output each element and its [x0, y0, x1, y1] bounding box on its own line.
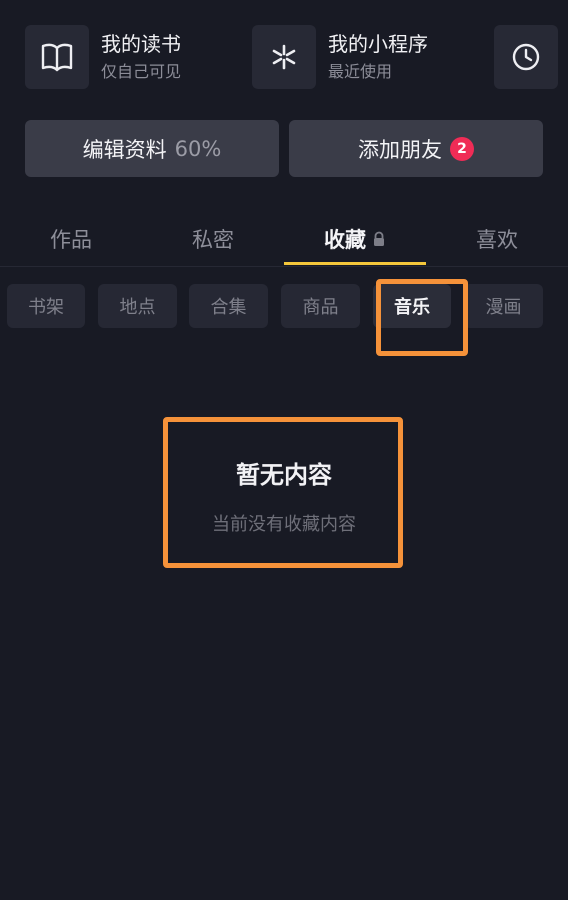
- chip-collections[interactable]: 合集: [189, 284, 268, 328]
- chip-products[interactable]: 商品: [281, 284, 360, 328]
- edit-profile-button[interactable]: 编辑资料 60%: [25, 120, 279, 177]
- my-mini-programs-subtitle: 最近使用: [328, 62, 393, 81]
- asterisk-icon: [252, 25, 316, 89]
- my-reading-title: 我的读书: [101, 32, 181, 56]
- active-tab-indicator: [284, 262, 426, 265]
- tab-works-label: 作品: [50, 228, 92, 252]
- tab-likes[interactable]: 喜欢: [426, 212, 568, 266]
- quick-access-row: 我的读书 仅自己可见 我的小程序 最近使用: [25, 25, 558, 89]
- tab-private-label: 私密: [192, 228, 234, 252]
- chip-bookshelf[interactable]: 书架: [7, 284, 85, 328]
- chip-comics[interactable]: 漫画: [464, 284, 543, 328]
- my-reading-subtitle: 仅自己可见: [101, 62, 182, 81]
- my-reading-entry[interactable]: 我的读书 仅自己可见: [25, 25, 181, 89]
- friend-request-badge: 2: [450, 136, 474, 161]
- clock-icon: [512, 43, 540, 71]
- chip-places[interactable]: 地点: [98, 284, 177, 328]
- profile-tabs: 作品 私密 收藏 喜欢: [0, 212, 568, 266]
- empty-state-highlight: [163, 417, 403, 568]
- tab-private[interactable]: 私密: [142, 212, 284, 266]
- my-mini-programs-title: 我的小程序: [328, 32, 428, 56]
- book-icon: [25, 25, 89, 89]
- lock-icon: [374, 231, 384, 246]
- profile-action-row: 编辑资料 60% 添加朋友 2: [25, 120, 543, 177]
- my-mini-programs-entry[interactable]: 我的小程序 最近使用: [252, 25, 428, 89]
- tab-favorites-label: 收藏: [324, 228, 366, 252]
- tab-works[interactable]: 作品: [0, 212, 142, 266]
- tab-likes-label: 喜欢: [476, 228, 518, 252]
- favorites-category-chips: 书架 地点 合集 商品 音乐 漫画: [0, 284, 568, 328]
- edit-profile-label: 编辑资料: [82, 137, 167, 162]
- chip-bookshelf-label: 书架: [28, 297, 64, 318]
- chip-products-label: 商品: [302, 297, 339, 318]
- chip-places-label: 地点: [119, 297, 156, 318]
- chip-comics-label: 漫画: [485, 297, 522, 318]
- music-chip-highlight: [376, 279, 468, 356]
- history-button[interactable]: [494, 25, 558, 89]
- profile-completion-percent: 60%: [174, 136, 222, 161]
- chip-collections-label: 合集: [210, 297, 247, 318]
- add-friends-label: 添加朋友: [358, 137, 442, 162]
- tab-favorites[interactable]: 收藏: [284, 212, 426, 266]
- add-friends-button[interactable]: 添加朋友 2: [289, 120, 543, 177]
- tabs-divider: [0, 266, 568, 267]
